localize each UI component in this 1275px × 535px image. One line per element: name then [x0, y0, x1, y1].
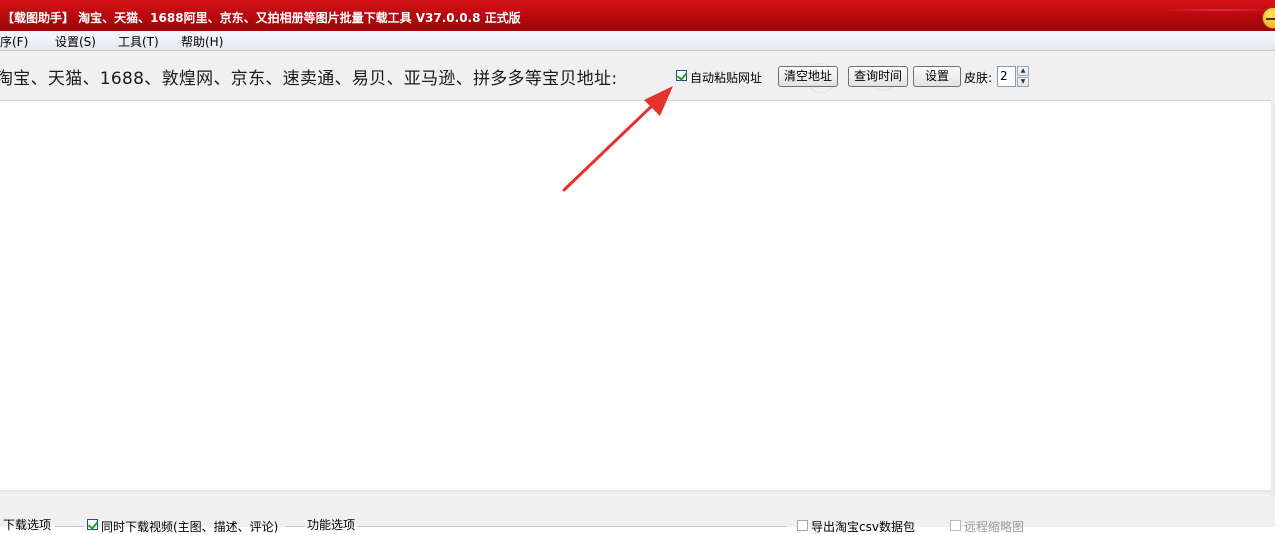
check-icon — [676, 70, 688, 81]
remote-thumb-checkbox[interactable] — [950, 520, 961, 531]
minimize-icon — [1266, 18, 1275, 20]
settings-button[interactable]: 设置 — [913, 66, 961, 87]
export-csv-checkbox[interactable] — [797, 520, 808, 531]
right-edge-scroll — [1271, 100, 1275, 496]
window-title: 【载图助手】 淘宝、天猫、1688阿里、京东、又拍相册等图片批量下载工具 V37… — [2, 11, 521, 25]
annotation-arrow-shaft — [562, 98, 660, 192]
skin-label: 皮肤: — [964, 71, 993, 85]
auto-paste-checkbox[interactable] — [676, 70, 688, 81]
menu-program[interactable]: 程序(F) — [0, 33, 28, 50]
menu-tools[interactable]: 工具(T) — [118, 33, 159, 50]
check-icon — [87, 519, 99, 530]
download-video-checkbox[interactable] — [87, 519, 99, 530]
feature-options-label: 功能选项 — [307, 518, 356, 532]
auto-paste-label[interactable]: 自动粘贴网址 — [690, 69, 762, 86]
title-bar: 【载图助手】 淘宝、天猫、1688阿里、京东、又拍相册等图片批量下载工具 V37… — [0, 0, 1275, 32]
options-panel: 下载选项 同时下载视频(主图、描述、评论) 功能选项 导出淘宝csv数据包 远程… — [0, 496, 1275, 534]
annotation-arrow-head — [644, 86, 673, 116]
annotation-arrow — [562, 86, 673, 192]
skin-spinner[interactable]: ▲ ▼ — [1017, 66, 1029, 87]
clear-address-button[interactable]: 清空地址 — [778, 66, 838, 87]
menu-bar: 程序(F) 设置(S) 工具(T) 帮助(H) — [0, 31, 1275, 51]
menu-settings[interactable]: 设置(S) — [55, 33, 96, 50]
spin-down-icon[interactable]: ▼ — [1017, 77, 1029, 87]
address-label: 淘宝、天猫、1688、敦煌网、京东、速卖通、易贝、亚马逊、拼多多等宝贝地址: — [0, 69, 618, 89]
spin-up-icon[interactable]: ▲ — [1017, 66, 1029, 76]
download-options-label: 下载选项 — [3, 518, 52, 532]
menu-help[interactable]: 帮助(H) — [181, 33, 223, 50]
skin-input[interactable]: 2 — [997, 66, 1016, 87]
query-time-button[interactable]: 查询时间 — [848, 66, 908, 87]
